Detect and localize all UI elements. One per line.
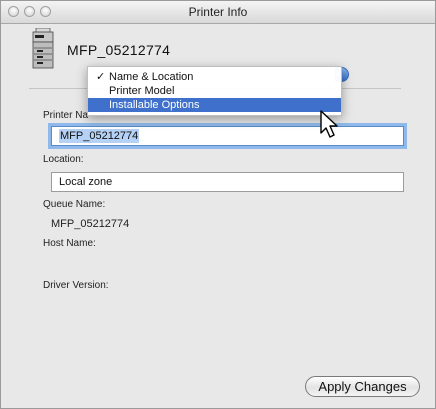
window-title: Printer Info xyxy=(188,5,248,19)
queue-name-value: MFP_05212774 xyxy=(51,218,130,230)
printer-name-label: Printer Na xyxy=(43,110,89,121)
menu-item-name-location[interactable]: ✓ Name & Location xyxy=(88,70,341,84)
title-bar[interactable]: Printer Info xyxy=(1,1,435,24)
arrow-cursor-icon xyxy=(320,110,338,138)
printer-name-value: MFP_05212774 xyxy=(59,129,140,143)
device-name: MFP_05212774 xyxy=(67,42,171,58)
printer-info-window: Printer Info MFP_05212774 Printer Na MFP… xyxy=(0,0,436,409)
menu-item-label: Installable Options xyxy=(109,99,200,111)
menu-item-printer-model[interactable]: Printer Model xyxy=(88,84,341,98)
printer-icon xyxy=(32,28,54,69)
view-popup-menu: ✓ Name & Location Printer Model Installa… xyxy=(87,66,342,116)
host-name-label: Host Name: xyxy=(43,238,96,249)
menu-item-label: Name & Location xyxy=(109,71,194,83)
queue-name-label: Queue Name: xyxy=(43,199,106,210)
location-value: Local zone xyxy=(59,176,113,188)
location-label: Location: xyxy=(43,154,84,165)
menu-item-installable-options[interactable]: Installable Options xyxy=(88,98,341,112)
printer-name-field[interactable]: MFP_05212774 xyxy=(51,126,404,146)
menu-item-label: Printer Model xyxy=(109,85,175,97)
location-field[interactable]: Local zone xyxy=(51,172,404,192)
driver-version-label: Driver Version: xyxy=(43,280,109,291)
checkmark-icon: ✓ xyxy=(96,71,106,83)
apply-changes-button[interactable]: Apply Changes xyxy=(305,376,420,397)
